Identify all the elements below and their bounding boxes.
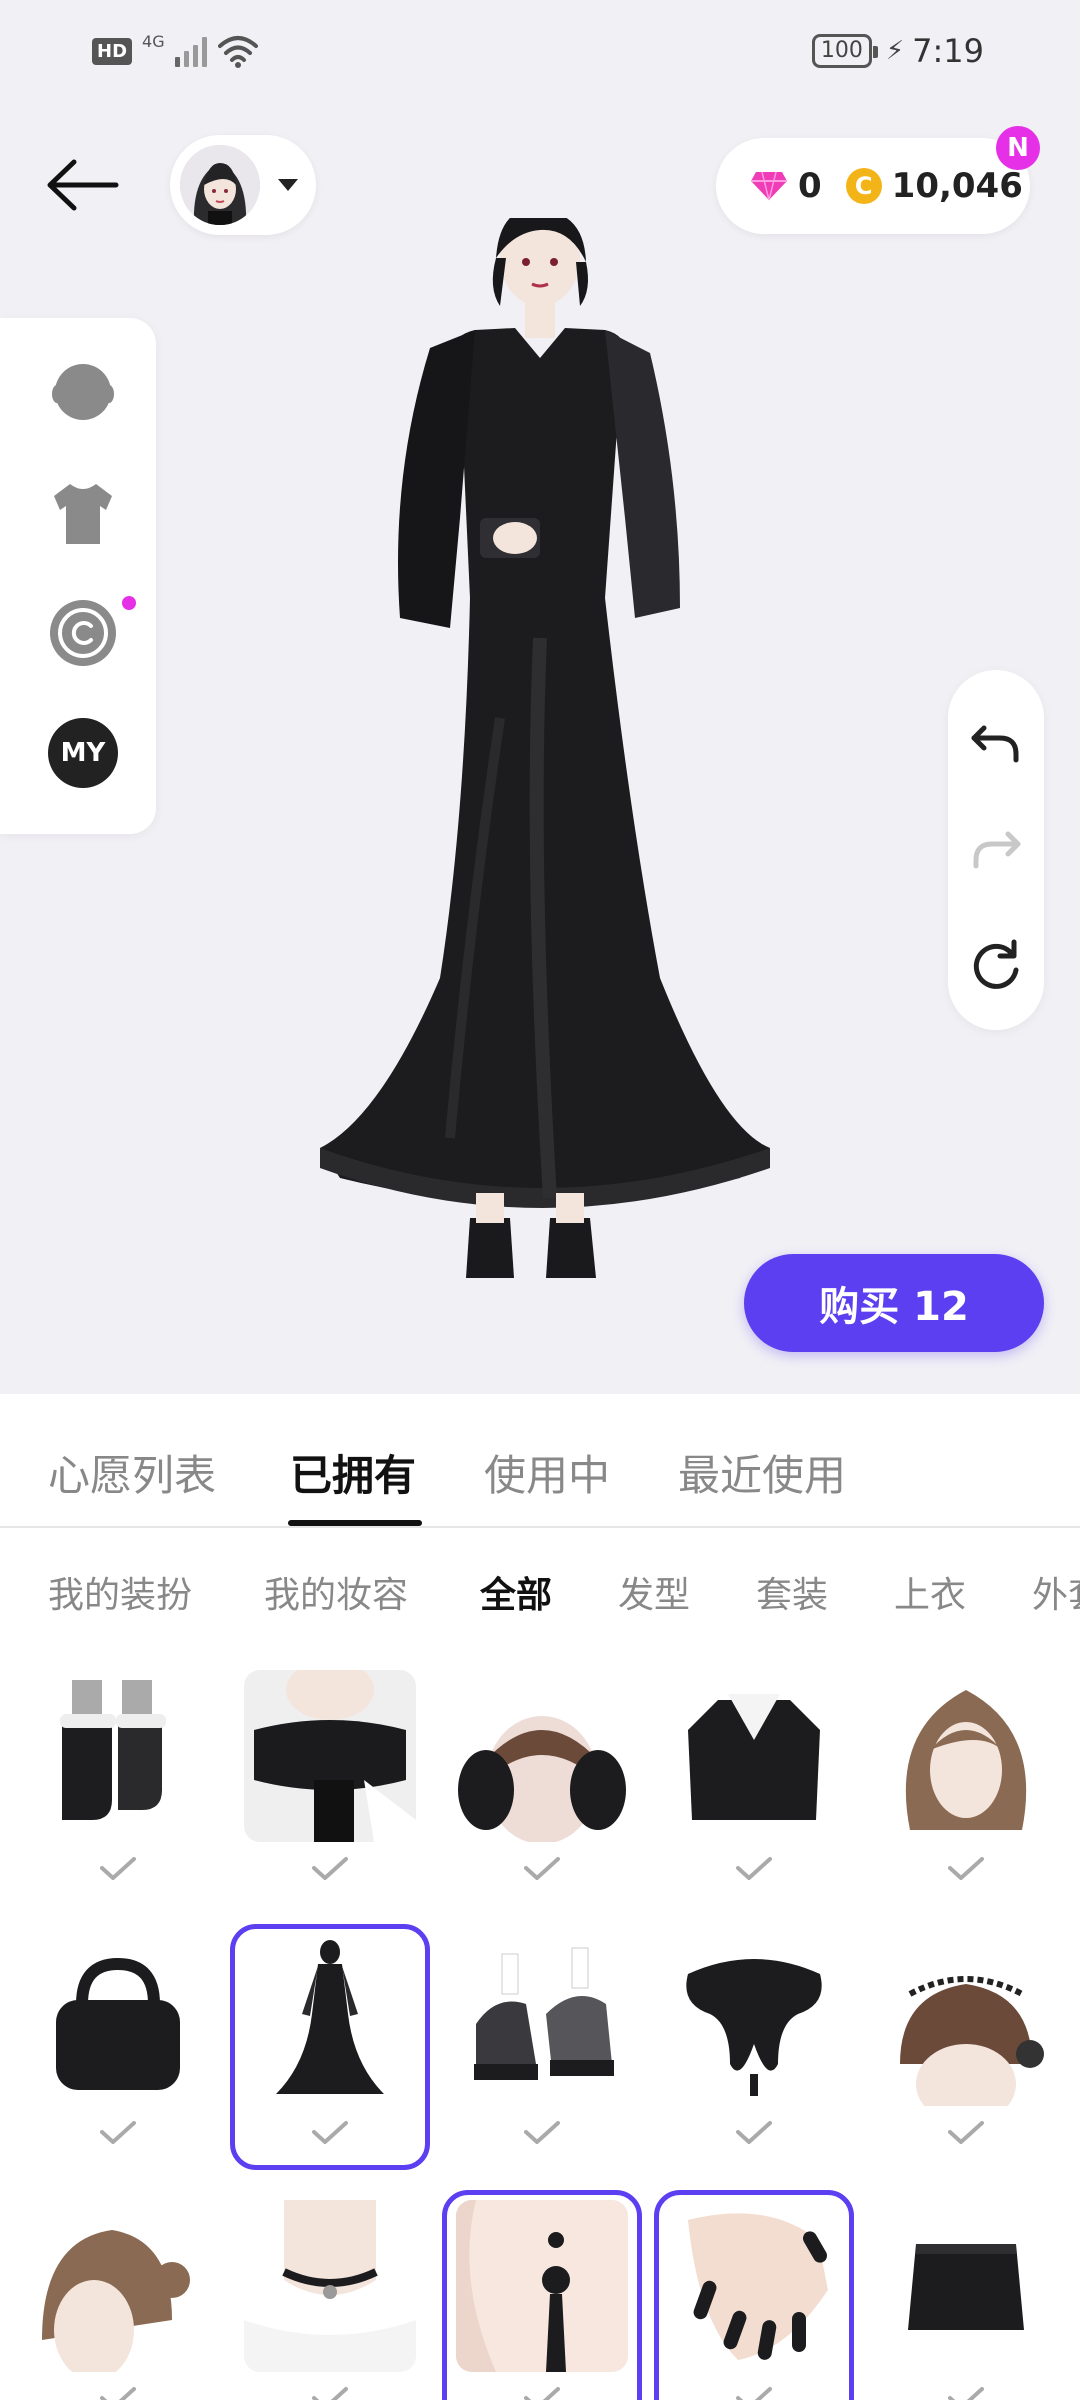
maid-hair-thumbnail [880,1934,1052,2106]
wavy-hair-thumbnail [880,1670,1052,1842]
subtab-all[interactable]: 全部 [480,1566,552,1618]
charging-icon: ⚡ [885,36,905,66]
diamond-icon [751,171,787,201]
check-icon [312,2387,348,2400]
my-category-button[interactable]: MY [48,718,118,788]
sub-tab-bar: 我的装扮 我的妆容 全部 发型 套装 上衣 外套 [0,1566,1080,1626]
neck-pillow-thumbnail [668,1934,840,2106]
head-icon [52,364,114,420]
avatar-figure[interactable] [300,209,780,1308]
subtab-my-makeup[interactable]: 我的妆容 [264,1566,408,1618]
gem-balance: 0 [798,166,822,206]
makeup-category-button[interactable] [48,598,118,668]
edit-history-panel [948,670,1044,1030]
copyright-icon [50,600,116,666]
avatar-switcher[interactable] [170,135,316,235]
subtab-hair[interactable]: 发型 [618,1566,690,1618]
check-icon [948,2121,984,2144]
subtab-my-outfit[interactable]: 我的装扮 [48,1566,192,1618]
item-boots[interactable] [18,1670,218,1910]
tab-recent[interactable]: 最近使用 [678,1442,846,1503]
skirt-thumbnail [880,2200,1052,2372]
check-icon [524,1857,560,1880]
active-tab-indicator [288,1520,422,1526]
chevron-down-icon [278,179,298,191]
coin-balance: 10,046 [891,166,1023,206]
main-tab-bar: 心愿列表 已拥有 使用中 最近使用 [0,1394,1080,1528]
boots-thumbnail [32,1670,204,1842]
check-icon [100,2387,136,2400]
subtab-tops[interactable]: 上衣 [894,1566,966,1618]
new-badge: N [996,126,1040,170]
network-type: 4G [142,31,165,51]
avatar [180,145,260,225]
subtab-coats[interactable]: 外套 [1032,1566,1080,1618]
black-dress-thumbnail [244,1934,416,2106]
check-icon [100,1857,136,1880]
check-icon [948,1857,984,1880]
check-icon [524,2121,560,2144]
undo-icon [971,725,1019,763]
check-icon [736,2387,772,2400]
redo-button[interactable] [966,820,1026,880]
check-icon [736,1857,772,1880]
head-category-button[interactable] [48,358,118,428]
item-bun-hair[interactable] [18,2200,218,2400]
item-scarf[interactable] [230,1670,430,1910]
notification-dot [122,596,136,610]
item-jacket[interactable] [654,1670,854,1910]
platform-shoes-thumbnail [456,1934,628,2106]
item-choker[interactable] [230,2200,430,2400]
tab-in-use[interactable]: 使用中 [484,1442,610,1503]
my-label: MY [48,718,118,788]
item-neck-pillow[interactable] [654,1934,854,2174]
earring-thumbnail [456,2200,628,2372]
item-handbag[interactable] [18,1934,218,2174]
redo-icon [973,831,1021,869]
nails-thumbnail [668,2200,840,2372]
check-icon [524,2387,560,2400]
shirt-icon [54,484,112,544]
clothing-category-button[interactable] [48,478,118,548]
arrow-left-icon [47,159,119,211]
signal-icon [174,35,207,67]
check-icon [312,1857,348,1880]
check-icon [736,2121,772,2144]
item-earmuffs[interactable] [442,1670,642,1910]
undo-button[interactable] [966,714,1026,774]
item-skirt[interactable] [866,2200,1066,2400]
tab-wishlist[interactable]: 心愿列表 [48,1442,216,1503]
check-icon [312,2121,348,2144]
item-earring[interactable] [442,2190,642,2400]
wardrobe-sheet: 心愿列表 已拥有 使用中 最近使用 我的装扮 我的妆容 全部 发型 套装 上衣 … [0,1394,1080,2400]
back-button[interactable] [42,150,126,220]
check-icon [948,2387,984,2400]
buy-button[interactable]: 购买 12 [744,1254,1044,1352]
battery-indicator: 100 [811,34,878,68]
item-platform-shoes[interactable] [442,1934,642,2174]
refresh-icon [973,939,1019,989]
earmuffs-thumbnail [456,1670,628,1842]
choker-thumbnail [244,2200,416,2372]
subtab-sets[interactable]: 套装 [756,1566,828,1618]
coin-icon: C [845,168,882,204]
scarf-thumbnail [244,1670,416,1842]
jacket-thumbnail [668,1670,840,1842]
item-wavy-hair[interactable] [866,1670,1066,1910]
status-bar: HD 4G 100 ⚡ 7:19 [0,0,1080,110]
hd-indicator: HD [92,37,133,65]
check-icon [100,2121,136,2144]
bun-hair-thumbnail [32,2200,204,2372]
handbag-thumbnail [32,1934,204,2106]
reset-button[interactable] [966,936,1026,996]
wifi-icon [217,36,258,68]
item-maid-hair[interactable] [866,1934,1066,2174]
item-nails[interactable] [654,2190,854,2400]
category-panel: MY [0,318,156,834]
item-grid [0,1670,1080,2400]
item-black-dress[interactable] [230,1924,430,2174]
tab-owned[interactable]: 已拥有 [290,1442,416,1503]
clock: 7:19 [912,32,984,70]
